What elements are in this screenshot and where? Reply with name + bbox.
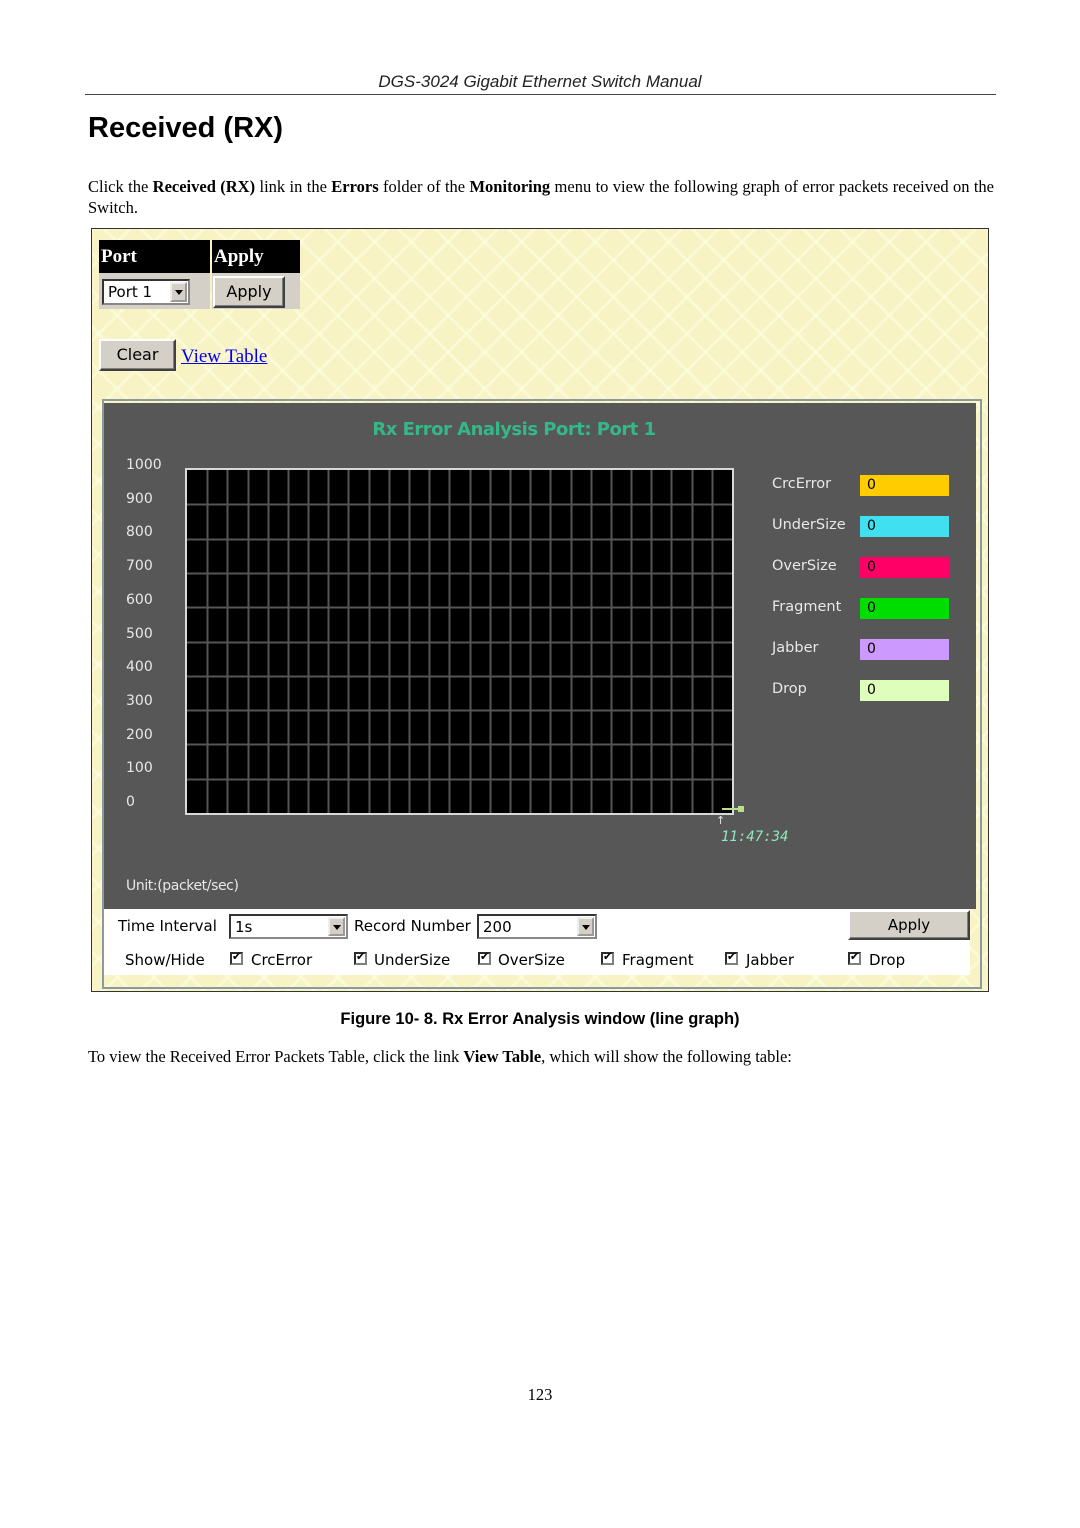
graph-panel: Rx Error Analysis Port: Port 1 1000 900 80… — [104, 403, 976, 909]
chevron-down-icon[interactable] — [170, 282, 187, 302]
checkbox-label-drop[interactable]: Drop — [869, 951, 905, 969]
time-interval-value: 1s — [235, 917, 253, 936]
checkbox-drop[interactable] — [848, 950, 861, 965]
checkbox-label-crcerror[interactable]: CrcError — [251, 951, 312, 969]
port-select[interactable]: Port 1 — [102, 279, 190, 305]
time-interval-select[interactable]: 1s — [229, 914, 348, 939]
after-text: To view the Received Error Packets Table… — [88, 1047, 464, 1066]
legend-label-drop: Drop — [772, 681, 807, 697]
unit-label: Unit:(packet/sec) — [126, 878, 239, 894]
time-interval-label: Time Interval — [118, 917, 217, 935]
legend-label-fragment: Fragment — [772, 599, 842, 615]
intro-bold-monitoring: Monitoring — [469, 177, 551, 196]
legend-value-drop: 0 — [860, 680, 949, 701]
show-hide-label: Show/Hide — [125, 951, 205, 969]
legend-label-crcerror: CrcError — [772, 476, 832, 492]
record-number-label: Record Number — [354, 917, 471, 935]
header-rule — [85, 94, 996, 95]
port-apply-button[interactable]: Apply — [213, 276, 285, 308]
legend-value-fragment: 0 — [860, 598, 949, 619]
series-point-drop — [738, 806, 744, 812]
record-number-select[interactable]: 200 — [477, 914, 597, 939]
legend-label-undersize: UnderSize — [772, 517, 846, 533]
screenshot-figure: Port Apply Port 1 Apply Clear View Table… — [91, 228, 989, 992]
legend-value-oversize: 0 — [860, 557, 949, 578]
clear-button[interactable]: Clear — [99, 339, 176, 371]
section-title: Received (RX) — [88, 112, 284, 144]
checkbox-undersize[interactable] — [354, 950, 367, 965]
view-table-link[interactable]: View Table — [181, 346, 267, 368]
checkbox-label-undersize[interactable]: UnderSize — [374, 951, 450, 969]
chevron-down-icon[interactable] — [328, 917, 345, 936]
after-bold-view-table: View Table — [463, 1047, 542, 1066]
intro-text: link in the — [255, 177, 332, 196]
checkbox-label-oversize[interactable]: OverSize — [498, 951, 565, 969]
running-header: DGS-3024 Gigabit Ethernet Switch Manual — [378, 72, 702, 91]
intro-text: folder of the — [378, 177, 470, 196]
checkbox-jabber[interactable] — [725, 950, 738, 965]
chevron-down-icon[interactable] — [577, 917, 594, 936]
checkbox-crcerror[interactable] — [230, 950, 243, 965]
checkbox-label-jabber[interactable]: Jabber — [746, 951, 794, 969]
port-column-header: Port — [99, 240, 210, 273]
legend-value-undersize: 0 — [860, 516, 949, 537]
checkbox-label-fragment[interactable]: Fragment — [622, 951, 694, 969]
apply-column-header: Apply — [212, 240, 300, 273]
intro-bold-errors: Errors — [331, 177, 379, 196]
legend-value-crcerror: 0 — [860, 475, 949, 496]
intro-bold-received: Received (RX) — [152, 177, 256, 196]
intro-paragraph: Click the Received (RX) link in the Erro… — [88, 176, 994, 218]
after-paragraph: To view the Received Error Packets Table… — [88, 1047, 792, 1067]
x-tick-label: 11:47:34 — [721, 829, 789, 845]
graph-controls: Time Interval 1s Record Number 200 Apply… — [104, 909, 970, 975]
figure-caption: Figure 10- 8. Rx Error Analysis window (… — [340, 1010, 740, 1028]
legend-value-jabber: 0 — [860, 639, 949, 660]
page-number: 123 — [527, 1385, 553, 1404]
legend-label-oversize: OverSize — [772, 558, 837, 574]
time-marker-arrow-icon: ↑ — [716, 814, 726, 827]
graph-apply-button[interactable]: Apply — [848, 910, 970, 940]
record-number-value: 200 — [483, 917, 512, 936]
after-text: , which will show the following table: — [541, 1047, 792, 1066]
checkbox-fragment[interactable] — [601, 950, 614, 965]
intro-text: Click the — [88, 177, 153, 196]
checkbox-oversize[interactable] — [478, 950, 491, 965]
series-layer — [722, 806, 744, 812]
port-select-value: Port 1 — [108, 283, 153, 301]
legend-label-jabber: Jabber — [772, 640, 819, 656]
